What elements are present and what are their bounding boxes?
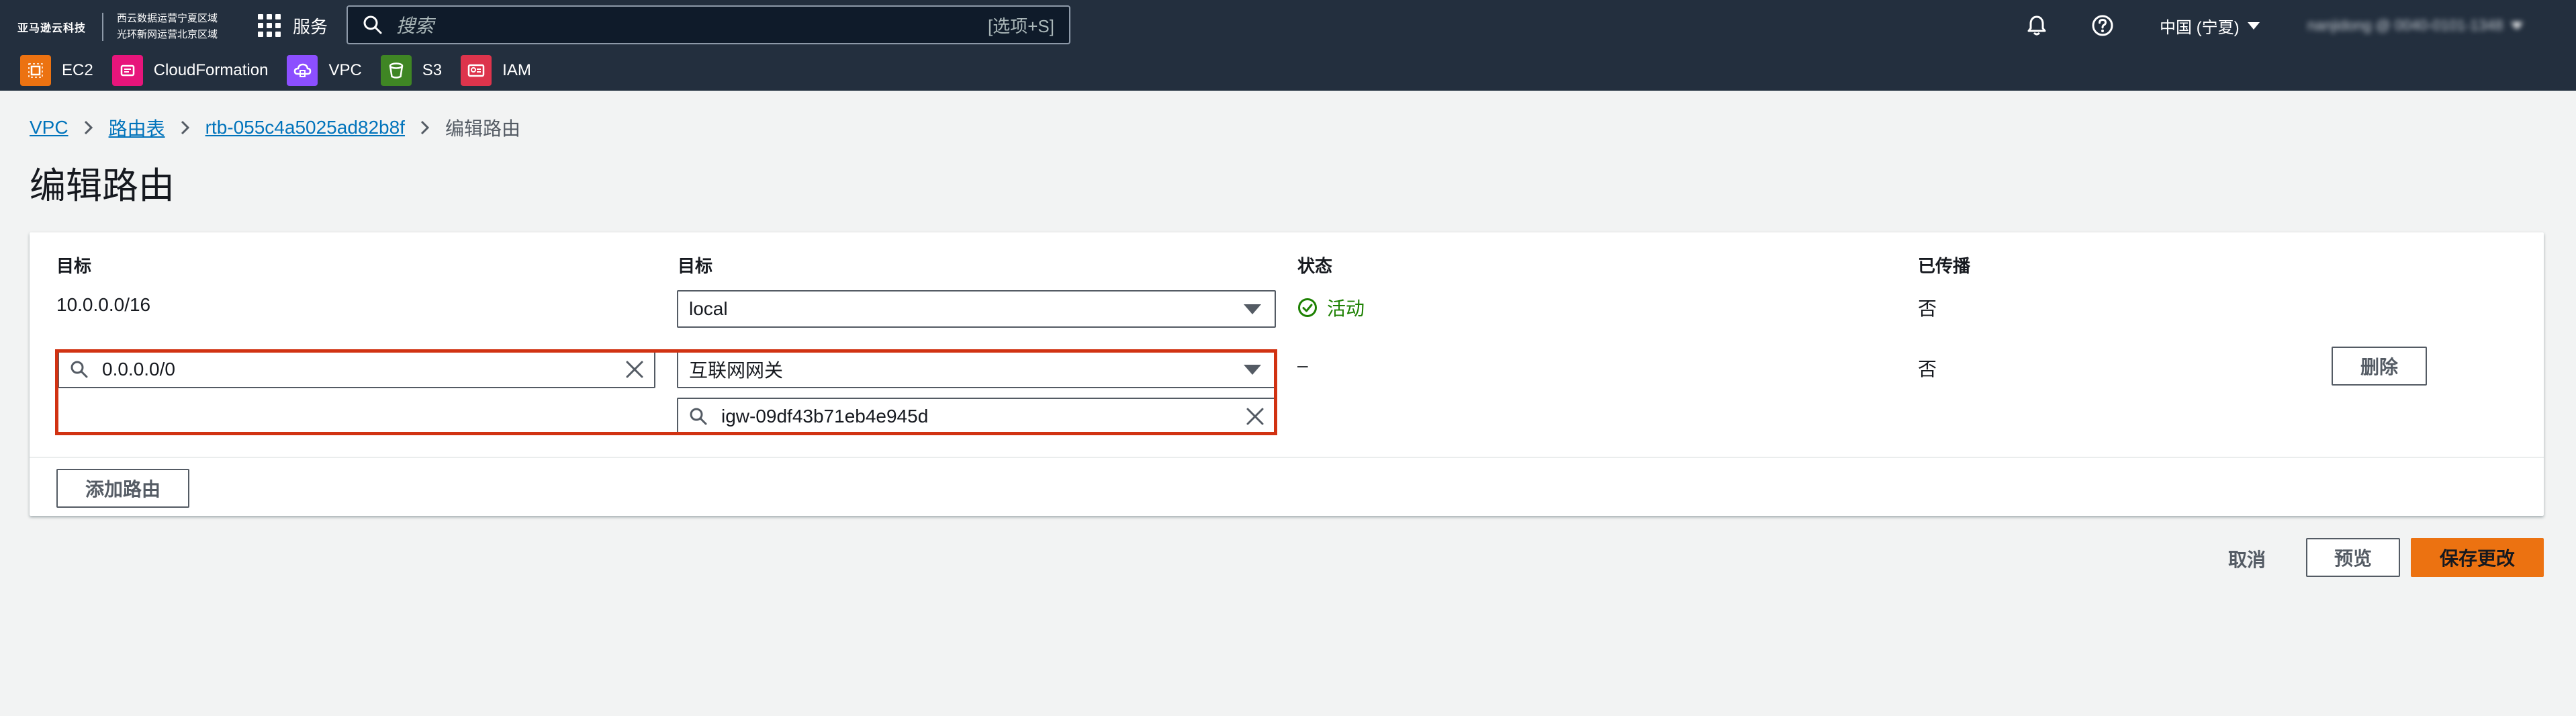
ec2-icon [20, 55, 51, 86]
iam-icon [461, 55, 492, 86]
column-header-propagated: 已传播 [1918, 256, 1971, 276]
column-header-target: 目标 [678, 256, 713, 276]
account-menu[interactable]: nanjidong @ 0040-0101-1348 [2307, 11, 2524, 40]
cancel-button[interactable]: 取消 [2228, 545, 2266, 572]
remove-route-button[interactable]: 删除 [2332, 347, 2427, 386]
services-menu-button[interactable]: 服务 [258, 11, 328, 40]
propagated-text: 否 [1918, 298, 1937, 319]
breadcrumb-current: 编辑路由 [445, 118, 520, 139]
breadcrumb-link-route-table-id[interactable]: rtb-055c4a5025ad82b8f [205, 117, 405, 138]
preview-button[interactable]: 预览 [2306, 538, 2400, 577]
favorite-iam[interactable]: IAM [461, 55, 531, 86]
favorite-ec2[interactable]: EC2 [20, 55, 93, 86]
status-badge: 活动 [1297, 294, 1365, 321]
target-id-input[interactable]: igw-09df43b71eb4e945d [677, 398, 1276, 435]
region-label: 中国 (宁夏) [2160, 18, 2240, 37]
help-icon [2092, 15, 2113, 36]
search-placeholder: 搜索 [396, 15, 434, 36]
input-value: 0.0.0.0/0 [102, 359, 175, 379]
chevron-right-icon [420, 120, 430, 136]
vpc-icon [287, 55, 318, 86]
propagated-text: 否 [1918, 359, 1937, 379]
chevron-down-icon [2247, 21, 2260, 30]
help-button[interactable] [2091, 11, 2114, 40]
region-selector[interactable]: 中国 (宁夏) [2160, 11, 2260, 40]
column-header-destination: 目标 [56, 256, 92, 276]
status-text: 活动 [1327, 298, 1365, 319]
search-icon [690, 408, 707, 425]
global-search-input[interactable]: 搜索 [选项+S] [347, 5, 1070, 44]
favorite-label: CloudFormation [153, 61, 269, 79]
caret-down-icon [1244, 364, 1261, 375]
brand-subtitle-line2: 光环新网运营北京区域 [117, 29, 218, 40]
favorite-label: VPC [328, 61, 362, 79]
breadcrumb-link-vpc[interactable]: VPC [30, 117, 68, 138]
clear-icon[interactable] [1245, 406, 1265, 427]
route-destination-text: 10.0.0.0/16 [56, 294, 151, 315]
chevron-right-icon [180, 120, 191, 136]
chevron-right-icon [83, 120, 94, 136]
brand-divider [102, 13, 104, 41]
clear-icon[interactable] [625, 359, 645, 379]
favorite-label: EC2 [62, 61, 93, 79]
grid-icon [258, 14, 281, 37]
favorite-vpc[interactable]: VPC [287, 55, 362, 86]
column-header-status: 状态 [1297, 256, 1333, 276]
favorite-s3[interactable]: S3 [380, 55, 443, 86]
caret-down-icon [1244, 304, 1261, 314]
favorite-cloudformation[interactable]: CloudFormation [111, 55, 269, 86]
search-icon [71, 361, 88, 378]
route-destination-input[interactable]: 0.0.0.0/0 [58, 351, 655, 388]
top-navigation: 亚马逊云科技 西云数据运营宁夏区域 光环新网运营北京区域 服务 搜索 [选项+S… [0, 0, 2576, 91]
select-value: local [689, 298, 728, 319]
page-title: 编辑路由 [30, 166, 175, 206]
notifications-button[interactable] [2025, 11, 2048, 40]
route-target-select[interactable]: 互联网网关 [677, 351, 1276, 388]
routes-panel: 目标 目标 状态 已传播 10.0.0.0/16 local 活动 否 0.0.… [30, 232, 2544, 516]
search-icon [363, 15, 382, 34]
status-text: – [1297, 355, 1308, 375]
input-value: igw-09df43b71eb4e945d [721, 406, 929, 427]
cloudformation-icon [111, 55, 143, 86]
services-label: 服务 [293, 16, 328, 37]
brand-subtitle-line1: 西云数据运营宁夏区域 [117, 13, 218, 24]
brand-name: 亚马逊云科技 [17, 23, 87, 34]
check-circle-icon [1298, 298, 1317, 317]
favorite-label: IAM [502, 61, 531, 79]
brand-subtitle: 西云数据运营宁夏区域 光环新网运营北京区域 [117, 11, 218, 43]
chevron-down-icon [2511, 21, 2524, 30]
select-value: 互联网网关 [689, 360, 784, 381]
breadcrumb-link-route-tables[interactable]: 路由表 [109, 114, 165, 141]
route-target-select[interactable]: local [677, 290, 1276, 328]
search-shortcut: [选项+S] [988, 15, 1054, 36]
s3-icon [380, 55, 412, 86]
favorite-label: S3 [422, 61, 443, 79]
account-label: nanjidong @ 0040-0101-1348 [2307, 17, 2503, 34]
save-changes-button[interactable]: 保存更改 [2411, 538, 2544, 577]
favorites-bar: EC2 CloudFormation VPC S3 IAM [20, 54, 550, 87]
brand-logo[interactable]: 亚马逊云科技 西云数据运营宁夏区域 光环新网运营北京区域 [17, 12, 218, 42]
divider [30, 457, 2544, 458]
breadcrumb: VPC 路由表 rtb-055c4a5025ad82b8f 编辑路由 [30, 114, 520, 141]
add-route-button[interactable]: 添加路由 [56, 469, 189, 508]
bell-icon [2027, 15, 2046, 36]
